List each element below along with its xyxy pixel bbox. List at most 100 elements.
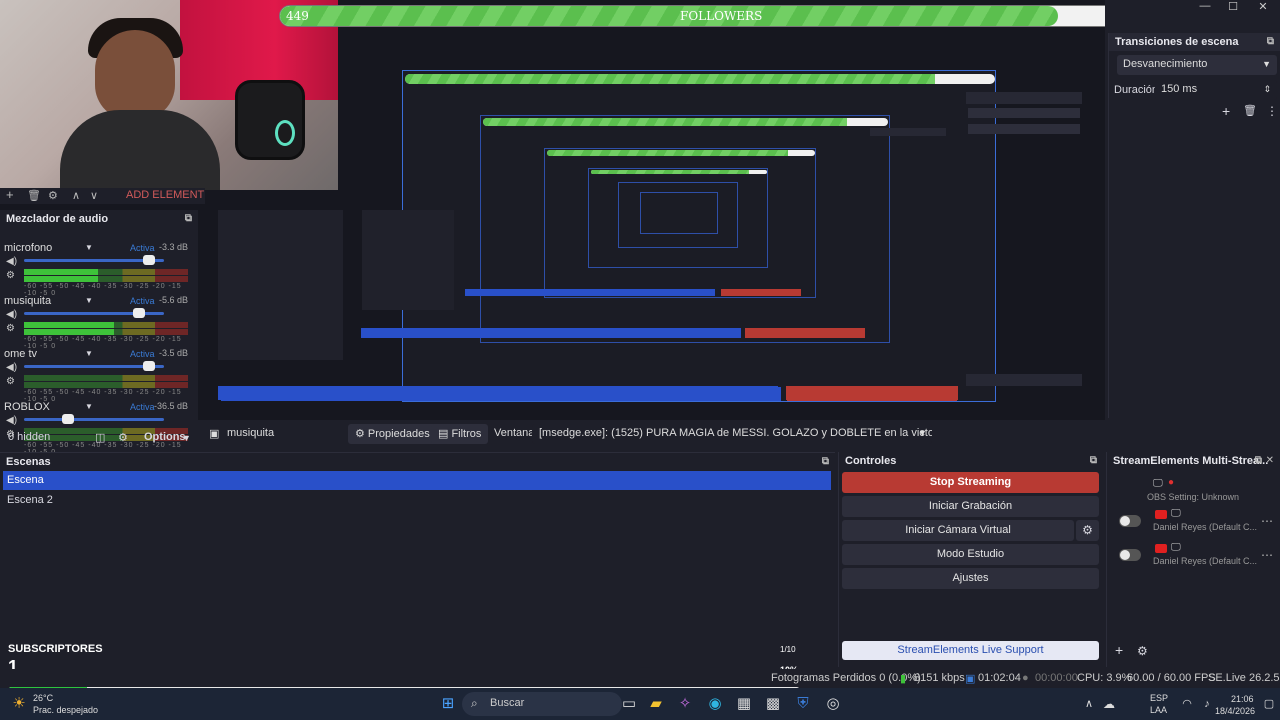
add-destination-icon[interactable]: + xyxy=(1115,642,1123,658)
add-element-button[interactable]: ADD ELEMENT xyxy=(126,189,204,201)
speaker-icon[interactable]: ◀) xyxy=(6,256,17,267)
app-icon[interactable]: ▩ xyxy=(762,693,784,715)
dropped-frames: Fotogramas Perdidos 0 (0.0%) xyxy=(771,672,921,684)
live-support-button[interactable]: StreamElements Live Support xyxy=(842,641,1099,660)
minimize-icon[interactable]: — xyxy=(1190,0,1220,14)
start-recording-button[interactable]: Iniciar Grabación xyxy=(842,496,1099,517)
dock-float-icon[interactable]: ⧉ xyxy=(185,213,192,224)
move-down-icon[interactable]: ∨ xyxy=(90,189,98,202)
chevron-down-icon[interactable]: ▼ xyxy=(918,428,927,438)
volume-slider[interactable] xyxy=(24,255,164,265)
file-explorer-icon[interactable]: ▰ xyxy=(645,693,667,715)
stream-time: 01:02:04 xyxy=(978,672,1021,684)
trash-icon[interactable]: 🗑 xyxy=(27,189,41,202)
subscribers-fraction: 1/10 xyxy=(780,645,796,654)
track-name: microfono xyxy=(4,242,53,254)
volume-slider[interactable] xyxy=(24,361,164,371)
weather-desc[interactable]: Prac. despejado xyxy=(33,705,98,715)
task-view-icon[interactable]: ▭ xyxy=(618,693,640,715)
volume-slider[interactable] xyxy=(24,414,164,424)
close-icon[interactable]: ✕ xyxy=(1248,0,1278,14)
speaker-icon[interactable]: ◀) xyxy=(6,309,17,320)
gear-icon[interactable]: ⚙ xyxy=(118,431,128,444)
gear-icon[interactable]: ⚙ xyxy=(1137,644,1148,658)
add-source-icon[interactable]: + xyxy=(6,187,14,202)
stream-toggle[interactable] xyxy=(1119,515,1141,527)
trash-icon[interactable]: 🗑 xyxy=(1243,104,1257,117)
followers-label: FOLLOWERS xyxy=(680,9,763,23)
add-transition-icon[interactable]: + xyxy=(1222,103,1230,119)
chevron-down-icon[interactable]: ▼ xyxy=(85,402,93,411)
chevron-down-icon[interactable]: ▼ xyxy=(85,349,93,358)
volume-slider[interactable] xyxy=(24,308,164,318)
store-icon[interactable]: ▦ xyxy=(733,693,755,715)
track-status: Activa xyxy=(130,243,155,253)
youtube-icon xyxy=(1155,544,1167,553)
dock-float-icon[interactable]: ⧉ xyxy=(1255,455,1262,466)
stop-streaming-button[interactable]: Stop Streaming xyxy=(842,472,1099,493)
more-options-icon[interactable]: ⋯ xyxy=(1261,514,1273,528)
more-options-icon[interactable]: ⋮ xyxy=(1266,104,1278,118)
visibility-icon[interactable]: ◫ xyxy=(95,431,105,444)
speaker-icon[interactable]: ◀) xyxy=(6,415,17,426)
stepper-icon[interactable]: ⇕ xyxy=(1263,84,1271,95)
clock-time[interactable]: 21:06 xyxy=(1231,694,1254,704)
scene-transitions-dock: Transiciones de escena ⧉ Desvanecimiento… xyxy=(1108,33,1280,418)
track-status: Activa xyxy=(130,296,155,306)
maximize-icon[interactable]: ☐ xyxy=(1218,0,1248,14)
chevron-down-icon[interactable]: ▼ xyxy=(85,243,93,252)
track-status: Activa xyxy=(130,349,155,359)
scene-item[interactable]: Escena 2 xyxy=(3,491,831,510)
shield-icon[interactable]: ⛨ xyxy=(792,693,814,715)
weather-icon[interactable]: ☀ xyxy=(8,693,30,715)
window-select[interactable]: [msedge.exe]: (1525) PURA MAGIA de MESSI… xyxy=(532,424,932,444)
copilot-icon[interactable]: ✧ xyxy=(674,693,696,715)
chevron-up-icon[interactable]: ∧ xyxy=(1078,693,1100,715)
settings-icon[interactable]: ⚙ xyxy=(6,323,15,334)
dock-float-icon[interactable]: ⧉ xyxy=(1267,36,1274,47)
move-up-icon[interactable]: ∧ xyxy=(72,189,80,202)
dock-float-icon[interactable]: ⧉ xyxy=(1090,455,1097,466)
track-name: ROBLOX xyxy=(4,401,50,413)
wifi-icon[interactable]: ◠ xyxy=(1176,693,1198,715)
stream-toggle[interactable] xyxy=(1119,549,1141,561)
filters-button[interactable]: ▤ Filtros xyxy=(431,424,489,444)
obs-icon[interactable]: ◎ xyxy=(822,693,844,715)
language-bottom[interactable]: LAA xyxy=(1150,705,1167,715)
more-options-icon[interactable]: ⋯ xyxy=(1261,548,1273,562)
settings-button[interactable]: Ajustes xyxy=(842,568,1099,589)
options-button[interactable]: Options xyxy=(144,431,186,443)
close-icon[interactable]: ✕ xyxy=(1266,455,1274,466)
language-top[interactable]: ESP xyxy=(1150,693,1168,703)
notification-icon[interactable]: ▢ xyxy=(1258,693,1280,715)
settings-icon[interactable]: ⚙ xyxy=(6,376,15,387)
transition-select[interactable]: Desvanecimiento ▼ xyxy=(1117,55,1277,75)
youtube-icon xyxy=(1155,510,1167,519)
windows-start-icon[interactable]: ⊞ xyxy=(437,693,459,715)
level-meter xyxy=(24,276,188,282)
taskbar-search[interactable]: ⌕ Buscar xyxy=(462,692,622,716)
track-name: musiquita xyxy=(4,295,52,307)
settings-icon[interactable]: ⚙ xyxy=(6,270,15,281)
dock-float-icon[interactable]: ⧉ xyxy=(822,456,829,467)
cloud-icon[interactable]: ☁ xyxy=(1098,693,1120,715)
clock-date[interactable]: 18/4/2026 xyxy=(1215,706,1255,716)
source-context-bar: ▣ musiquita ⚙ Propiedades ▤ Filtros Vent… xyxy=(205,421,1105,447)
duration-input[interactable]: 150 ms ⇕ xyxy=(1155,80,1277,100)
gear-icon[interactable]: ⚙ xyxy=(48,189,58,202)
properties-button[interactable]: ⚙ Propiedades xyxy=(348,424,437,444)
edge-icon[interactable]: ◉ xyxy=(704,693,726,715)
monitor-icon: 🖵 xyxy=(1171,508,1181,519)
monitor-icon: 🖵 xyxy=(1171,542,1181,553)
scene-item[interactable]: Escena xyxy=(3,471,831,490)
app-version: SE.Live 26.2.5.549 xyxy=(1208,672,1280,684)
speaker-icon[interactable]: ◀) xyxy=(6,362,17,373)
studio-mode-button[interactable]: Modo Estudio xyxy=(842,544,1099,565)
weather-temp[interactable]: 26°C xyxy=(33,693,53,703)
nested-preview-6 xyxy=(640,192,718,234)
virtual-camera-button[interactable]: Iniciar Cámara Virtual xyxy=(842,520,1074,541)
chevron-down-icon[interactable]: ▼ xyxy=(85,296,93,305)
track-db: -36.5 dB xyxy=(153,401,188,411)
level-meter xyxy=(24,329,188,335)
gear-icon[interactable]: ⚙ xyxy=(1076,520,1099,541)
